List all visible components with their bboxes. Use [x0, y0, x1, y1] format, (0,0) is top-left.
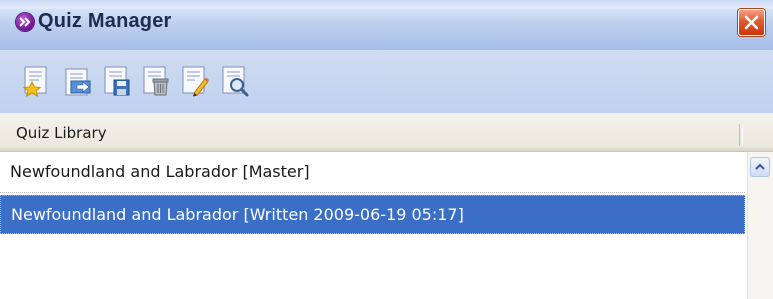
new-quiz-button[interactable]: [20, 64, 54, 98]
list-item[interactable]: Newfoundland and Labrador [Master]: [0, 153, 745, 193]
delete-quiz-button[interactable]: [139, 64, 173, 98]
title-bar[interactable]: Quiz Manager: [0, 0, 773, 50]
scroll-up-button[interactable]: [750, 157, 770, 177]
close-button[interactable]: [738, 9, 765, 36]
column-header-quiz-library[interactable]: Quiz Library: [16, 124, 107, 142]
edit-quiz-button[interactable]: [178, 64, 212, 98]
save-quiz-button[interactable]: [100, 64, 134, 98]
close-icon: [744, 15, 759, 30]
import-quiz-button[interactable]: [61, 64, 95, 98]
vertical-scrollbar[interactable]: [747, 152, 773, 299]
window-title: Quiz Manager: [38, 10, 172, 32]
list-header: Quiz Library: [0, 118, 773, 152]
preview-document-magnifier-icon: [222, 66, 249, 97]
quiz-manager-window: Quiz Manager Quiz Library Newfoundland a…: [0, 0, 773, 299]
preview-quiz-button[interactable]: [218, 64, 252, 98]
list-item-selected[interactable]: Newfoundland and Labrador [Written 2009-…: [0, 195, 745, 234]
delete-document-icon: [143, 66, 169, 96]
app-orb-icon: [16, 13, 34, 31]
save-document-icon: [104, 66, 130, 96]
column-divider[interactable]: [739, 124, 743, 146]
edit-document-pencil-icon: [182, 66, 209, 97]
new-document-star-icon: [22, 66, 47, 97]
import-document-icon: [65, 68, 91, 96]
chevron-up-icon: [755, 163, 765, 170]
quiz-library-list[interactable]: Newfoundland and Labrador [Master] Newfo…: [0, 152, 747, 299]
toolbar: [0, 50, 773, 113]
